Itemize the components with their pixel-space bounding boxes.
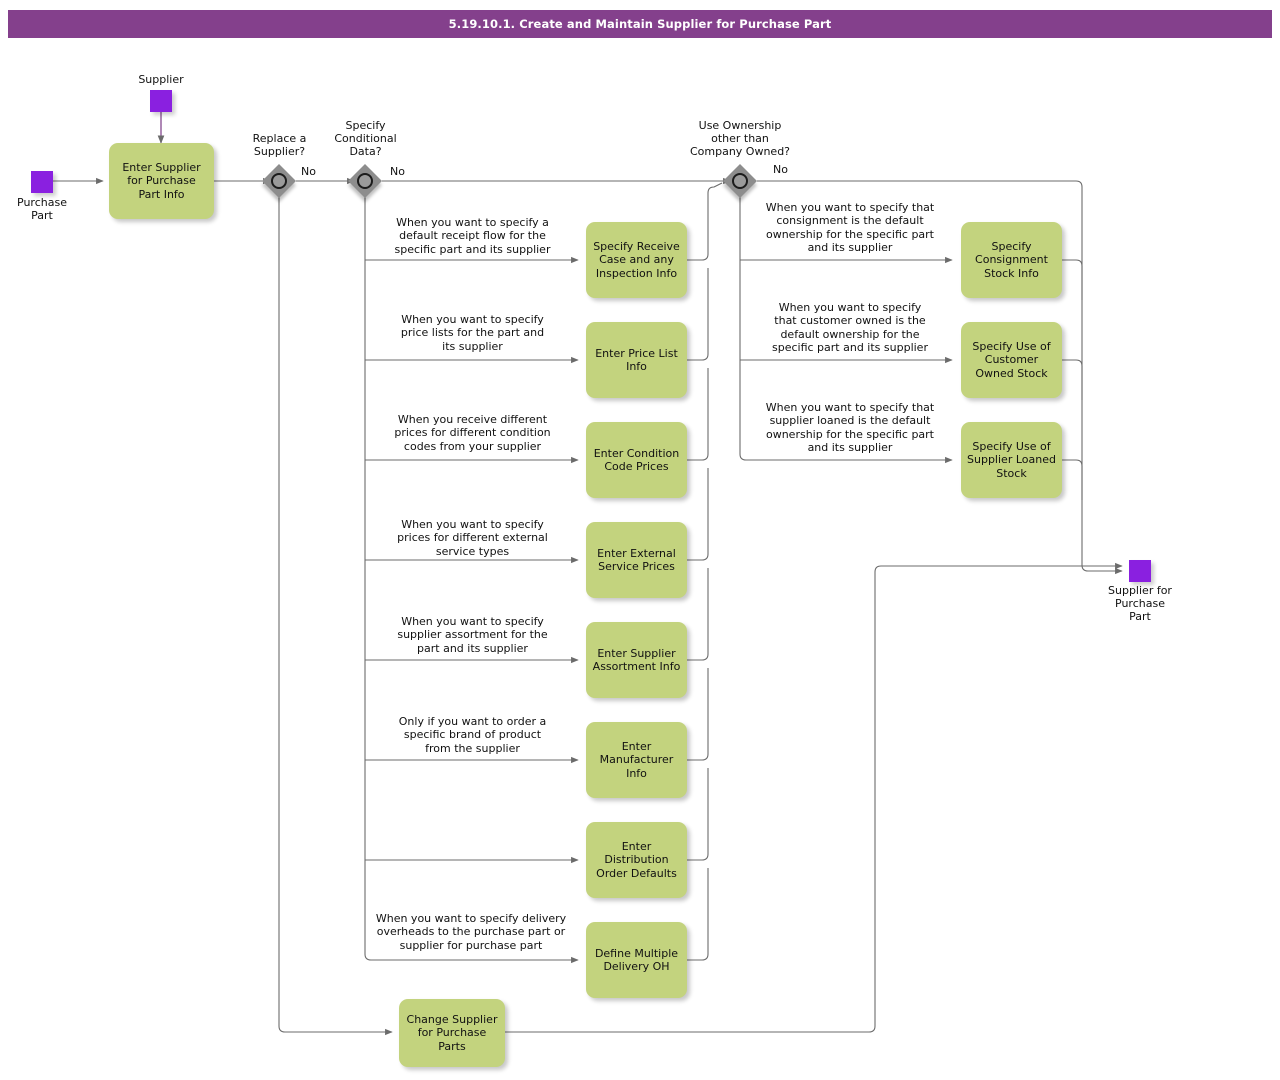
task-label: Enter Condition Code Prices bbox=[593, 446, 680, 473]
gateway-specify-conditional-data-label: Specify Conditional Data? bbox=[334, 119, 397, 158]
task-enter-supplier-for-purchase-part-info[interactable]: Enter Supplier for Purchase Part Info bbox=[109, 143, 214, 219]
gateway-replace-supplier-label: Replace a Supplier? bbox=[252, 132, 307, 158]
edge-label-customer-owned: When you want to specify that customer o… bbox=[772, 301, 928, 355]
edge-label-receive-case: When you want to specify a default recei… bbox=[394, 216, 551, 256]
data-object-supplier-label: Supplier bbox=[138, 73, 184, 86]
data-object-supplier-for-purchase-part-label: Supplier for Purchase Part bbox=[1108, 584, 1172, 623]
diagram-canvas: 5.19.10.1. Create and Maintain Supplier … bbox=[0, 0, 1280, 1080]
task-enter-external-service-prices[interactable]: Enter External Service Prices bbox=[586, 522, 687, 598]
task-specify-use-of-customer-owned-stock[interactable]: Specify Use of Customer Owned Stock bbox=[961, 322, 1062, 398]
task-enter-manufacturer-info[interactable]: Enter Manufacturer Info bbox=[586, 722, 687, 798]
edge-label-supplier-loaned: When you want to specify that supplier l… bbox=[765, 401, 935, 455]
task-label: Enter Price List Info bbox=[595, 346, 678, 373]
task-enter-condition-code-prices[interactable]: Enter Condition Code Prices bbox=[586, 422, 687, 498]
edge-label-specify-conditional-data-no: No bbox=[390, 165, 405, 178]
data-object-purchase-part-label: Purchase Part bbox=[17, 196, 67, 222]
gateway-use-ownership-label: Use Ownership other than Company Owned? bbox=[689, 119, 791, 158]
task-label: Enter Supplier for Purchase Part Info bbox=[122, 160, 201, 201]
task-label: Specify Consignment Stock Info bbox=[975, 239, 1048, 280]
task-label: Specify Use of Supplier Loaned Stock bbox=[967, 439, 1056, 480]
edge-label-consignment: When you want to specify that consignmen… bbox=[765, 201, 935, 255]
task-label: Specify Use of Customer Owned Stock bbox=[972, 339, 1051, 380]
task-label: Define Multiple Delivery OH bbox=[594, 946, 679, 973]
edge-label-manufacturer: Only if you want to order a specific bra… bbox=[398, 715, 547, 755]
edge-label-condition-code: When you receive different prices for di… bbox=[394, 413, 551, 453]
task-enter-distribution-order-defaults[interactable]: Enter Distribution Order Defaults bbox=[586, 822, 687, 898]
task-label: Enter Manufacturer Info bbox=[599, 739, 674, 780]
task-change-supplier-for-purchase-parts[interactable]: Change Supplier for Purchase Parts bbox=[399, 999, 505, 1067]
task-enter-price-list-info[interactable]: Enter Price List Info bbox=[586, 322, 687, 398]
gateway-replace-supplier[interactable] bbox=[262, 164, 296, 198]
task-enter-supplier-assortment-info[interactable]: Enter Supplier Assortment Info bbox=[586, 622, 687, 698]
edge-label-supplier-assortment: When you want to specify supplier assort… bbox=[397, 615, 548, 655]
task-label: Enter Distribution Order Defaults bbox=[596, 839, 677, 880]
task-label: Change Supplier for Purchase Parts bbox=[406, 1012, 498, 1053]
edge-label-use-ownership-no: No bbox=[773, 163, 788, 176]
edge-label-replace-supplier-no: No bbox=[301, 165, 316, 178]
data-object-supplier-for-purchase-part[interactable] bbox=[1129, 560, 1151, 582]
gateway-inclusive-ring bbox=[357, 173, 373, 189]
task-specify-receive-case[interactable]: Specify Receive Case and any Inspection … bbox=[586, 222, 687, 298]
task-specify-use-of-supplier-loaned-stock[interactable]: Specify Use of Supplier Loaned Stock bbox=[961, 422, 1062, 498]
page-title: 5.19.10.1. Create and Maintain Supplier … bbox=[8, 10, 1272, 38]
gateway-inclusive-ring bbox=[732, 173, 748, 189]
gateway-specify-conditional-data[interactable] bbox=[348, 164, 382, 198]
data-object-purchase-part[interactable] bbox=[31, 171, 53, 193]
gateway-use-ownership[interactable] bbox=[723, 164, 757, 198]
task-label: Enter Supplier Assortment Info bbox=[592, 646, 681, 673]
data-object-supplier[interactable] bbox=[150, 90, 172, 112]
task-specify-consignment-stock-info[interactable]: Specify Consignment Stock Info bbox=[961, 222, 1062, 298]
gateway-inclusive-ring bbox=[271, 173, 287, 189]
edge-label-external-service: When you want to specify prices for diff… bbox=[397, 518, 548, 558]
task-define-multiple-delivery-oh[interactable]: Define Multiple Delivery OH bbox=[586, 922, 687, 998]
edge-label-price-list: When you want to specify price lists for… bbox=[400, 313, 545, 353]
edge-label-multiple-delivery-oh: When you want to specify delivery overhe… bbox=[375, 912, 567, 952]
task-label: Specify Receive Case and any Inspection … bbox=[593, 239, 680, 280]
task-label: Enter External Service Prices bbox=[597, 546, 676, 573]
